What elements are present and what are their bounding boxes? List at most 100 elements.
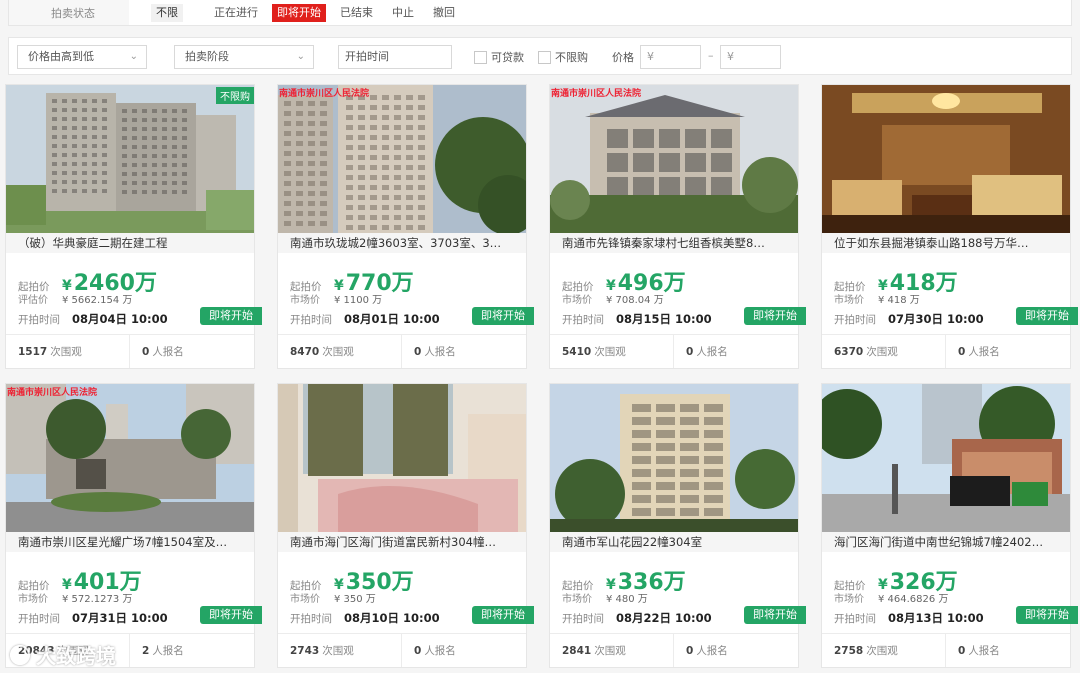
- signup-count-value: 0: [414, 345, 422, 358]
- view-count: 1517 次围观: [6, 335, 130, 368]
- price-min-input[interactable]: ¥: [640, 45, 701, 69]
- listing-card[interactable]: 不限购 （破）华典豪庭二期在建工程 起拍价 ¥ 2460万 评估价 ¥ 5662…: [5, 84, 262, 369]
- status-option-suspended[interactable]: 中止: [387, 4, 419, 22]
- property-photo-highrise-tower: [278, 85, 526, 233]
- property-photo-apartment-block: [550, 384, 798, 532]
- stage-select[interactable]: 拍卖阶段 ⌄: [174, 45, 314, 69]
- market-price-label: 市场价: [562, 295, 592, 306]
- status-tag-upcoming: 即将开始: [472, 606, 534, 624]
- loan-checkbox[interactable]: [474, 51, 487, 64]
- listing-photo[interactable]: [822, 85, 1070, 233]
- market-price-row: 市场价 ¥ 708.04 万: [562, 291, 664, 306]
- status-option-ended[interactable]: 已结束: [335, 4, 378, 22]
- view-count-suffix: 次围观: [866, 645, 898, 657]
- market-price-row: 市场价 ¥ 480 万: [562, 590, 648, 605]
- market-price-label: 评估价: [18, 295, 48, 306]
- status-tag-upcoming: 即将开始: [744, 307, 806, 325]
- listing-title[interactable]: （破）华典豪庭二期在建工程: [6, 233, 254, 253]
- start-time-row: 开拍时间 08月15日 10:00: [562, 311, 712, 327]
- signup-count-suffix: 人报名: [968, 346, 1000, 358]
- view-count-suffix: 次围观: [594, 645, 626, 657]
- listing-photo[interactable]: [278, 384, 526, 532]
- view-count-suffix: 次围观: [594, 346, 626, 358]
- listing-card[interactable]: 南通市军山花园22幢304室 起拍价 ¥ 336万 市场价 ¥ 480 万 开拍…: [549, 383, 806, 668]
- unlimited-purchase-checkbox[interactable]: [538, 51, 551, 64]
- status-option-upcoming[interactable]: 即将开始: [272, 3, 326, 22]
- signup-count-value: 2: [142, 644, 150, 657]
- view-count: 8470 次围观: [278, 335, 402, 368]
- signup-count-suffix: 人报名: [968, 645, 1000, 657]
- loan-checkbox-label: 可贷款: [491, 51, 524, 64]
- market-price-label: 市场价: [290, 594, 320, 605]
- listing-photo[interactable]: 南通市崇川区人民法院: [6, 384, 254, 532]
- signup-count-suffix: 人报名: [152, 346, 184, 358]
- listing-photo[interactable]: 南通市崇川区人民法院: [278, 85, 526, 233]
- listing-card[interactable]: 位于如东县掘港镇泰山路188号万华… 起拍价 ¥ 418万 市场价 ¥ 418 …: [821, 84, 1078, 369]
- start-price-row: 起拍价 ¥ 326万: [834, 564, 958, 595]
- status-tag-upcoming: 即将开始: [472, 307, 534, 325]
- listing-title[interactable]: 海门区海门街道中南世纪锦城7幢2402…: [822, 532, 1070, 552]
- listing-photo[interactable]: 不限购: [6, 85, 254, 233]
- start-time-value: 08月13日 10:00: [888, 611, 984, 625]
- chevron-down-icon: ⌄: [296, 51, 305, 62]
- price-max-input[interactable]: ¥: [720, 45, 781, 69]
- court-stamp: 南通市崇川区人民法院: [7, 388, 98, 398]
- listing-title[interactable]: 南通市玖珑城2幢3603室、3703室、3…: [278, 233, 526, 253]
- stage-select-value: 拍卖阶段: [185, 50, 229, 63]
- start-time-label: 开拍时间: [290, 313, 332, 326]
- market-price-value: ¥ 480 万: [606, 594, 648, 605]
- listing-photo[interactable]: 南通市崇川区人民法院: [550, 85, 798, 233]
- listing-card[interactable]: 南通市崇川区人民法院 南通市先锋镇秦家埭村七组香槟美墅8… 起拍价 ¥ 496万…: [549, 84, 806, 369]
- start-time-label: 开拍时间: [834, 313, 876, 326]
- market-price-label: 市场价: [562, 594, 592, 605]
- listing-title[interactable]: 位于如东县掘港镇泰山路188号万华…: [822, 233, 1070, 253]
- listing-title[interactable]: 南通市海门区海门街道富民新村304幢…: [278, 532, 526, 552]
- listing-title[interactable]: 南通市先锋镇秦家埭村七组香槟美墅8…: [550, 233, 798, 253]
- signup-count-value: 0: [958, 345, 966, 358]
- start-time-label: 开拍时间: [834, 612, 876, 625]
- signup-count-value: 0: [142, 345, 150, 358]
- unlimited-purchase-label: 不限购: [555, 51, 588, 64]
- property-photo-compound-gate: [6, 384, 254, 532]
- status-option-ongoing[interactable]: 正在进行: [209, 4, 263, 22]
- signup-count-value: 0: [686, 644, 694, 657]
- signup-count: 0 人报名: [402, 335, 526, 368]
- listing-title[interactable]: 南通市崇川区星光耀广场7幢1504室及…: [6, 532, 254, 552]
- sort-select[interactable]: 价格由高到低 ⌄: [17, 45, 147, 69]
- start-time-input[interactable]: 开拍时间: [338, 45, 452, 69]
- start-time-row: 开拍时间 08月22日 10:00: [562, 610, 712, 626]
- signup-count: 0 人报名: [946, 335, 1070, 368]
- signup-count: 2 人报名: [130, 634, 254, 667]
- market-price-row: 评估价 ¥ 5662.154 万: [18, 291, 132, 306]
- listing-photo[interactable]: [550, 384, 798, 532]
- view-count-value: 2758: [834, 644, 864, 657]
- view-count-suffix: 次围观: [322, 645, 354, 657]
- listing-title[interactable]: 南通市军山花园22幢304室: [550, 532, 798, 552]
- start-time-label: 开拍时间: [562, 612, 604, 625]
- listing-card[interactable]: 南通市海门区海门街道富民新村304幢… 起拍价 ¥ 350万 市场价 ¥ 350…: [277, 383, 534, 668]
- court-stamp: 南通市崇川区人民法院: [279, 89, 370, 99]
- view-count: 2758 次围观: [822, 634, 946, 667]
- property-photo-unfinished-building: [6, 85, 254, 233]
- market-price-row: 市场价 ¥ 464.6826 万: [834, 590, 948, 605]
- status-tag-upcoming: 即将开始: [200, 307, 262, 325]
- status-option-withdrawn[interactable]: 撤回: [428, 4, 460, 22]
- listing-card[interactable]: 海门区海门街道中南世纪锦城7幢2402… 起拍价 ¥ 326万 市场价 ¥ 46…: [821, 383, 1078, 668]
- signup-count: 0 人报名: [402, 634, 526, 667]
- start-time-value: 08月01日 10:00: [344, 312, 440, 326]
- status-filter-label: 拍卖状态: [9, 0, 129, 25]
- listing-card[interactable]: 南通市崇川区人民法院 南通市玖珑城2幢3603室、3703室、3… 起拍价 ¥ …: [277, 84, 534, 369]
- property-photo-bedroom: [278, 384, 526, 532]
- listing-photo[interactable]: [822, 384, 1070, 532]
- chevron-down-icon: ⌄: [129, 51, 138, 62]
- start-time-value: 08月15日 10:00: [616, 312, 712, 326]
- card-footer: 5410 次围观 0 人报名: [550, 334, 798, 368]
- start-time-value: 07月30日 10:00: [888, 312, 984, 326]
- start-time-value: 07月31日 10:00: [72, 611, 168, 625]
- listing-card[interactable]: 南通市崇川区人民法院 南通市崇川区星光耀广场7幢1504室及… 起拍价 ¥ 40…: [5, 383, 262, 668]
- view-count-suffix: 次围观: [50, 346, 82, 358]
- start-time-row: 开拍时间 07月31日 10:00: [18, 610, 168, 626]
- start-time-row: 开拍时间 07月30日 10:00: [834, 311, 984, 327]
- status-option-unlimited[interactable]: 不限: [151, 3, 183, 22]
- signup-count-suffix: 人报名: [424, 346, 456, 358]
